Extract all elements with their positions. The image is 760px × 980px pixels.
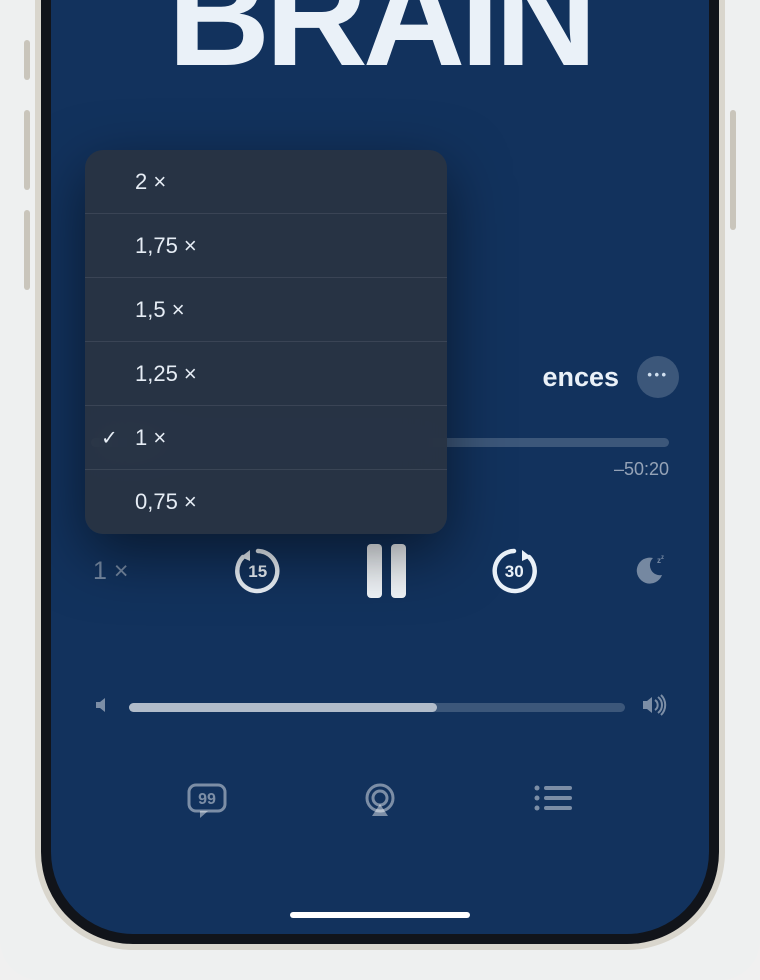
- skip-forward-seconds: 30: [505, 562, 524, 582]
- moon-icon: z z: [631, 553, 667, 589]
- speed-option-label: 1,5 ×: [135, 297, 185, 323]
- home-indicator[interactable]: [290, 912, 470, 918]
- airplay-button[interactable]: [357, 782, 403, 820]
- more-button[interactable]: •••: [637, 356, 679, 398]
- time-remaining: –50:20: [614, 459, 669, 480]
- speed-option-1-25x[interactable]: 1,25 ×: [85, 342, 447, 406]
- action-hw-button: [24, 210, 30, 290]
- episode-title: ences: [542, 362, 619, 393]
- sleep-timer-button[interactable]: z z: [623, 553, 667, 589]
- volume-fill: [129, 703, 437, 712]
- volume-low-icon: [93, 695, 113, 720]
- pause-button[interactable]: [367, 544, 406, 598]
- pause-icon: [367, 544, 382, 598]
- list-icon: [532, 782, 574, 814]
- speed-option-label: 2 ×: [135, 169, 166, 195]
- queue-button[interactable]: [530, 782, 576, 820]
- playback-speed-button[interactable]: 1 ×: [93, 557, 149, 586]
- quote-bubble-icon: 99: [186, 782, 228, 820]
- checkmark-icon: ✓: [101, 425, 118, 450]
- svg-text:z: z: [661, 555, 664, 561]
- speed-option-1-5x[interactable]: 1,5 ×: [85, 278, 447, 342]
- skip-back-button[interactable]: 15: [232, 545, 284, 597]
- volume-up-hw-button: [24, 40, 30, 80]
- volume-down-hw-button: [24, 110, 30, 190]
- pause-icon: [391, 544, 406, 598]
- speed-option-label: 0,75 ×: [135, 489, 197, 515]
- transcript-button[interactable]: 99: [184, 782, 230, 820]
- speed-option-1x[interactable]: ✓ 1 ×: [85, 406, 447, 470]
- svg-text:99: 99: [198, 791, 216, 808]
- podcast-artwork-title: BRAIN: [51, 0, 709, 88]
- phone-frame: BRAIN ences ••• –50:20 1 ×: [35, 0, 725, 950]
- skip-back-seconds: 15: [248, 562, 267, 582]
- playback-speed-menu: 2 × 1,75 × 1,5 × 1,25 × ✓ 1 ×: [85, 150, 447, 534]
- speed-option-2x[interactable]: 2 ×: [85, 150, 447, 214]
- speed-option-0-75x[interactable]: 0,75 ×: [85, 470, 447, 534]
- speed-option-label: 1,75 ×: [135, 233, 197, 259]
- speed-option-1-75x[interactable]: 1,75 ×: [85, 214, 447, 278]
- volume-slider[interactable]: [129, 703, 625, 712]
- now-playing-screen: BRAIN ences ••• –50:20 1 ×: [51, 0, 709, 934]
- volume-high-icon: [641, 694, 667, 721]
- speed-option-label: 1 ×: [135, 425, 166, 451]
- side-hw-button: [730, 110, 736, 230]
- skip-forward-button[interactable]: 30: [488, 545, 540, 597]
- speed-option-label: 1,25 ×: [135, 361, 197, 387]
- airplay-icon: [360, 782, 400, 820]
